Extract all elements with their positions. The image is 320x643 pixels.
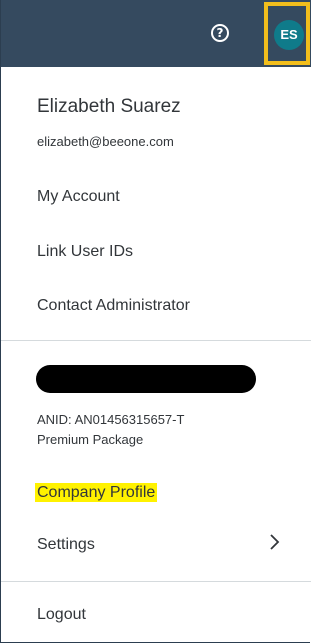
user-menu-panel: ? ES Elizabeth Suarez elizabeth@beeone.c… [0,0,311,643]
company-profile-label: Company Profile [35,483,158,502]
user-avatar[interactable]: ES [274,20,304,50]
divider [1,340,311,341]
redacted-company-name [36,365,256,393]
chevron-right-icon[interactable] [267,532,283,552]
company-profile-link[interactable]: Company Profile [35,483,158,502]
link-user-ids-link[interactable]: Link User IDs [37,243,133,261]
top-bar: ? ES [1,0,311,67]
contact-administrator-link[interactable]: Contact Administrator [37,297,190,315]
package-text: Premium Package [37,432,144,447]
divider [1,581,311,582]
user-name: Elizabeth Suarez [37,96,181,117]
user-email: elizabeth@beeone.com [37,134,174,149]
help-icon[interactable]: ? [211,24,229,42]
logout-link[interactable]: Logout [37,606,86,624]
anid-text: ANID: AN01456315657-T [37,412,185,427]
my-account-link[interactable]: My Account [37,188,120,206]
settings-link[interactable]: Settings [37,536,95,554]
